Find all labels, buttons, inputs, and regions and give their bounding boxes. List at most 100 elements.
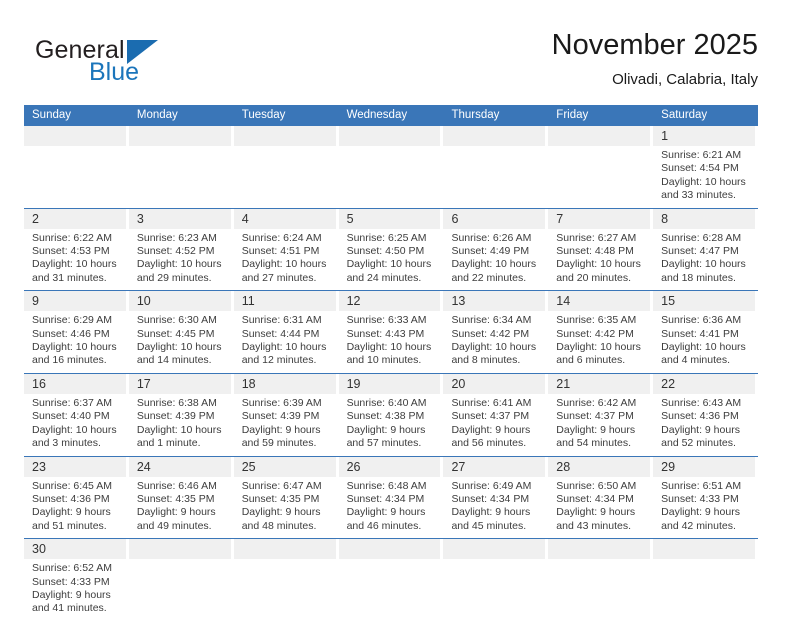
day-number (128, 539, 231, 560)
day-cell-24[interactable]: 24 Sunrise: 6:46 AM Sunset: 4:35 PM Dayligh… (128, 456, 234, 539)
day-cell-8[interactable]: 8 Sunrise: 6:28 AM Sunset: 4:47 PM Daylight… (653, 208, 758, 291)
sunset-text: Sunset: 4:45 PM (136, 327, 215, 340)
daylight-text-line1: Daylight: 9 hours (241, 506, 321, 519)
day-number: 4 (233, 208, 336, 229)
day-number: 30 (24, 539, 126, 560)
day-cell-9[interactable]: 9 Sunrise: 6:29 AM Sunset: 4:46 PM Daylight… (24, 291, 129, 373)
day-number: 15 (653, 291, 756, 312)
weekday-header-friday: Friday (556, 109, 589, 121)
day-cell-19[interactable]: 19 Sunrise: 6:40 AM Sunset: 4:38 PM Dayligh… (338, 373, 444, 456)
general-blue-logo[interactable]: General Blue (35, 36, 265, 92)
day-cell-11[interactable]: 11 Sunrise: 6:31 AM Sunset: 4:44 PM Dayligh… (233, 291, 339, 373)
sunset-text: Sunset: 4:47 PM (661, 245, 739, 258)
daylight-text-line1: Daylight: 9 hours (556, 423, 636, 436)
day-sun-info: Sunrise: 6:34 AM Sunset: 4:42 PM Daylight:… (443, 311, 548, 368)
sunset-text: Sunset: 4:36 PM (32, 492, 110, 505)
daylight-text-line2: and 1 minute. (136, 437, 201, 450)
sunrise-text: Sunrise: 6:33 AM (346, 314, 427, 327)
day-cell-17[interactable]: 17 Sunrise: 6:38 AM Sunset: 4:39 PM Dayligh… (128, 373, 234, 456)
sunset-text: Sunset: 4:39 PM (241, 410, 320, 423)
day-number: 18 (233, 373, 336, 394)
day-cell-16[interactable]: 16 Sunrise: 6:37 AM Sunset: 4:40 PM Dayligh… (24, 373, 129, 456)
day-cell-5[interactable]: 5 Sunrise: 6:25 AM Sunset: 4:50 PM Daylight… (338, 208, 444, 291)
day-cell-12[interactable]: 12 Sunrise: 6:33 AM Sunset: 4:43 PM Dayligh… (338, 291, 444, 373)
day-cell-empty (233, 539, 339, 621)
weekday-header-sunday: Sunday (32, 109, 72, 121)
day-number: 24 (128, 456, 231, 477)
day-cell-15[interactable]: 15 Sunrise: 6:36 AM Sunset: 4:41 PM Dayligh… (653, 291, 758, 373)
sunrise-text: Sunrise: 6:27 AM (556, 231, 637, 244)
day-cell-22[interactable]: 22 Sunrise: 6:43 AM Sunset: 4:36 PM Dayligh… (653, 373, 758, 456)
day-number: 13 (443, 291, 546, 312)
day-cell-7[interactable]: 7 Sunrise: 6:27 AM Sunset: 4:48 PM Daylight… (548, 208, 653, 291)
daylight-text-line2: and 12 minutes. (241, 354, 317, 367)
day-cell-20[interactable]: 20 Sunrise: 6:41 AM Sunset: 4:37 PM Dayligh… (443, 373, 548, 456)
day-cell-10[interactable]: 10 Sunrise: 6:30 AM Sunset: 4:45 PM Dayligh… (128, 291, 234, 373)
sunrise-text: Sunrise: 6:24 AM (241, 231, 322, 244)
daylight-text-line2: and 20 minutes. (556, 271, 632, 284)
day-number (233, 539, 336, 560)
day-cell-23[interactable]: 23 Sunrise: 6:45 AM Sunset: 4:36 PM Dayligh… (24, 456, 129, 539)
day-sun-info: Sunrise: 6:42 AM Sunset: 4:37 PM Daylight:… (548, 394, 653, 451)
sunrise-text: Sunrise: 6:46 AM (136, 479, 217, 492)
day-cell-empty (653, 539, 758, 621)
day-cell-empty (128, 539, 234, 621)
day-cell-27[interactable]: 27 Sunrise: 6:49 AM Sunset: 4:34 PM Dayligh… (443, 456, 548, 539)
daylight-text-line2: and 57 minutes. (346, 437, 422, 450)
day-cell-30[interactable]: 30 Sunrise: 6:52 AM Sunset: 4:33 PM Dayligh… (24, 539, 129, 621)
week-row: 30 Sunrise: 6:52 AM Sunset: 4:33 PM Dayligh… (24, 539, 758, 621)
sunset-text: Sunset: 4:46 PM (32, 327, 110, 340)
daylight-text-line1: Daylight: 10 hours (241, 258, 327, 271)
sunset-text: Sunset: 4:34 PM (451, 492, 530, 505)
day-number: 6 (443, 208, 546, 229)
day-cell-13[interactable]: 13 Sunrise: 6:34 AM Sunset: 4:42 PM Dayligh… (443, 291, 548, 373)
day-sun-info: Sunrise: 6:33 AM Sunset: 4:43 PM Daylight:… (339, 311, 444, 368)
day-sun-info: Sunrise: 6:22 AM Sunset: 4:53 PM Daylight:… (24, 229, 129, 286)
sunset-text: Sunset: 4:37 PM (451, 410, 530, 423)
daylight-text-line2: and 16 minutes. (32, 354, 107, 367)
daylight-text-line1: Daylight: 10 hours (661, 258, 746, 271)
daylight-text-line1: Daylight: 10 hours (451, 341, 537, 354)
sunset-text: Sunset: 4:39 PM (136, 410, 215, 423)
day-cell-1[interactable]: 1 Sunrise: 6:21 AM Sunset: 4:54 PM Daylight… (653, 126, 758, 208)
day-sun-info: Sunrise: 6:48 AM Sunset: 4:34 PM Daylight:… (339, 477, 444, 534)
weekday-header-row: Sunday Monday Tuesday Wednesday Thursday Frid… (24, 105, 758, 126)
day-number (443, 126, 546, 146)
day-number (128, 126, 231, 146)
week-row: 9 Sunrise: 6:29 AM Sunset: 4:46 PM Daylight… (24, 291, 758, 374)
sunrise-text: Sunrise: 6:23 AM (136, 231, 217, 244)
day-cell-6[interactable]: 6 Sunrise: 6:26 AM Sunset: 4:49 PM Daylight… (443, 208, 548, 291)
week-row: 2 Sunrise: 6:22 AM Sunset: 4:53 PM Daylight… (24, 208, 758, 292)
daylight-text-line1: Daylight: 10 hours (346, 258, 432, 271)
day-cell-28[interactable]: 28 Sunrise: 6:50 AM Sunset: 4:34 PM Dayligh… (548, 456, 653, 539)
day-cell-18[interactable]: 18 Sunrise: 6:39 AM Sunset: 4:39 PM Dayligh… (233, 373, 339, 456)
day-sun-info: Sunrise: 6:39 AM Sunset: 4:39 PM Daylight:… (234, 394, 339, 451)
day-cell-21[interactable]: 21 Sunrise: 6:42 AM Sunset: 4:37 PM Dayligh… (548, 373, 653, 456)
sunrise-text: Sunrise: 6:35 AM (556, 314, 637, 327)
day-number: 14 (548, 291, 651, 312)
sunrise-text: Sunrise: 6:45 AM (32, 479, 112, 492)
day-number: 12 (338, 291, 441, 312)
day-cell-3[interactable]: 3 Sunrise: 6:23 AM Sunset: 4:52 PM Daylight… (128, 208, 234, 291)
daylight-text-line2: and 59 minutes. (241, 437, 317, 450)
day-cell-4[interactable]: 4 Sunrise: 6:24 AM Sunset: 4:51 PM Daylight… (233, 208, 339, 291)
day-cell-2[interactable]: 2 Sunrise: 6:22 AM Sunset: 4:53 PM Daylight… (24, 208, 129, 291)
sunrise-text: Sunrise: 6:25 AM (346, 231, 427, 244)
day-cell-14[interactable]: 14 Sunrise: 6:35 AM Sunset: 4:42 PM Dayligh… (548, 291, 653, 373)
sunrise-text: Sunrise: 6:29 AM (32, 314, 112, 327)
day-number: 3 (128, 208, 231, 229)
daylight-text-line2: and 45 minutes. (451, 519, 527, 532)
sunset-text: Sunset: 4:34 PM (346, 492, 425, 505)
day-sun-info: Sunrise: 6:31 AM Sunset: 4:44 PM Daylight:… (234, 311, 339, 368)
daylight-text-line1: Daylight: 9 hours (451, 423, 531, 436)
day-cell-empty (443, 539, 548, 621)
title-block: November 2025 Olivadi, Calabria, Italy (552, 28, 758, 90)
daylight-text-line1: Daylight: 10 hours (32, 258, 117, 271)
day-cell-29[interactable]: 29 Sunrise: 6:51 AM Sunset: 4:33 PM Dayligh… (653, 456, 758, 539)
daylight-text-line1: Daylight: 10 hours (661, 175, 746, 188)
day-number: 2 (24, 208, 126, 229)
sunset-text: Sunset: 4:42 PM (451, 327, 530, 340)
day-cell-25[interactable]: 25 Sunrise: 6:47 AM Sunset: 4:35 PM Dayligh… (233, 456, 339, 539)
daylight-text-line2: and 8 minutes. (451, 354, 521, 367)
day-cell-26[interactable]: 26 Sunrise: 6:48 AM Sunset: 4:34 PM Dayligh… (338, 456, 444, 539)
